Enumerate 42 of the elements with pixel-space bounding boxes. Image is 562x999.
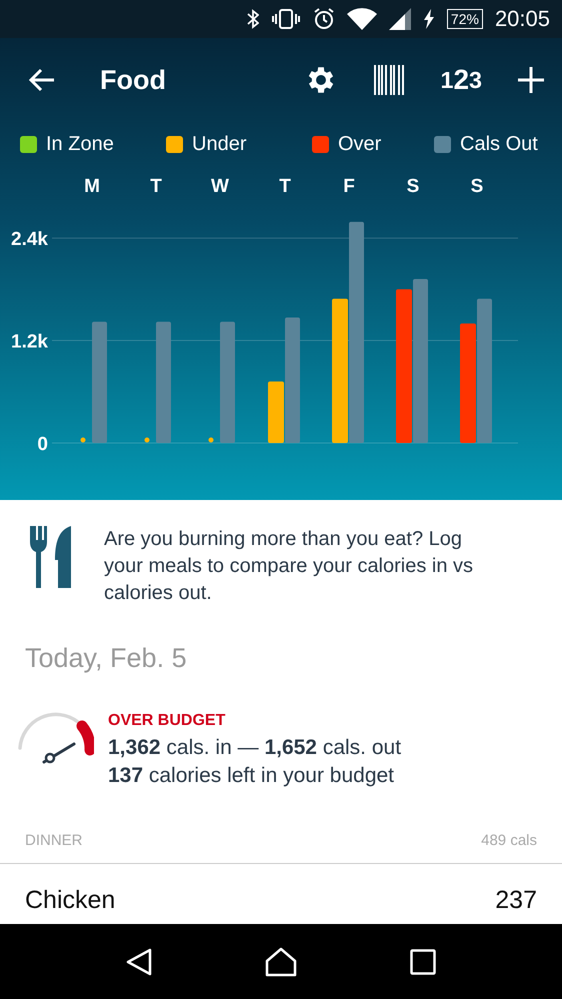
back-nav-icon[interactable] (126, 948, 152, 976)
legend-label: Under (192, 132, 246, 156)
bar (208, 438, 214, 442)
charging-icon (422, 9, 435, 29)
food-name: Chicken (25, 886, 116, 915)
day-label: W (211, 176, 229, 197)
signal-icon (388, 8, 411, 30)
day-label: F (343, 176, 355, 197)
legend-label: Over (338, 132, 382, 156)
wifi-icon (346, 8, 377, 30)
day-label: T (150, 176, 162, 197)
day-label: M (84, 176, 100, 197)
calories-left: 137 calories left in your budget (108, 764, 396, 788)
bluetooth-icon (246, 9, 259, 29)
legend-label: In Zone (46, 132, 114, 156)
date-heading: Today, Feb. 5 (24, 642, 188, 674)
bar (144, 438, 150, 442)
meal-total: 489 cals (481, 832, 537, 849)
battery-level: 72% (446, 9, 483, 29)
day-label: T (279, 176, 291, 197)
alarm-icon (312, 8, 335, 30)
meal-name: DINNER (25, 832, 83, 849)
legend-label: Cals Out (460, 132, 538, 156)
axis-tick-label: 1.2k (11, 332, 48, 353)
bar (80, 438, 86, 442)
screen-title: Food (100, 64, 167, 96)
axis-tick-label: 0 (37, 434, 48, 455)
day-label: S (470, 176, 484, 197)
calories-summary: 1,362 cals. in — 1,652 cals. out (108, 736, 402, 760)
home-icon[interactable] (264, 946, 297, 976)
budget-status: OVER BUDGET (108, 712, 226, 730)
food-calories: 237 (495, 886, 537, 915)
fork-knife-icon (28, 526, 74, 588)
back-button[interactable] (28, 68, 56, 92)
day-label: S (406, 176, 420, 197)
vibrate-icon (270, 9, 301, 29)
clock-time: 20:05 (494, 6, 550, 32)
axis-tick-label: 2.4k (11, 229, 48, 250)
barcode-button[interactable] (374, 65, 404, 96)
add-button[interactable] (518, 67, 544, 94)
recent-apps-icon[interactable] (410, 948, 436, 974)
tip-text: Are you burning more than you eat? Log your meals to compare your calories in vs calories out. (104, 527, 474, 606)
